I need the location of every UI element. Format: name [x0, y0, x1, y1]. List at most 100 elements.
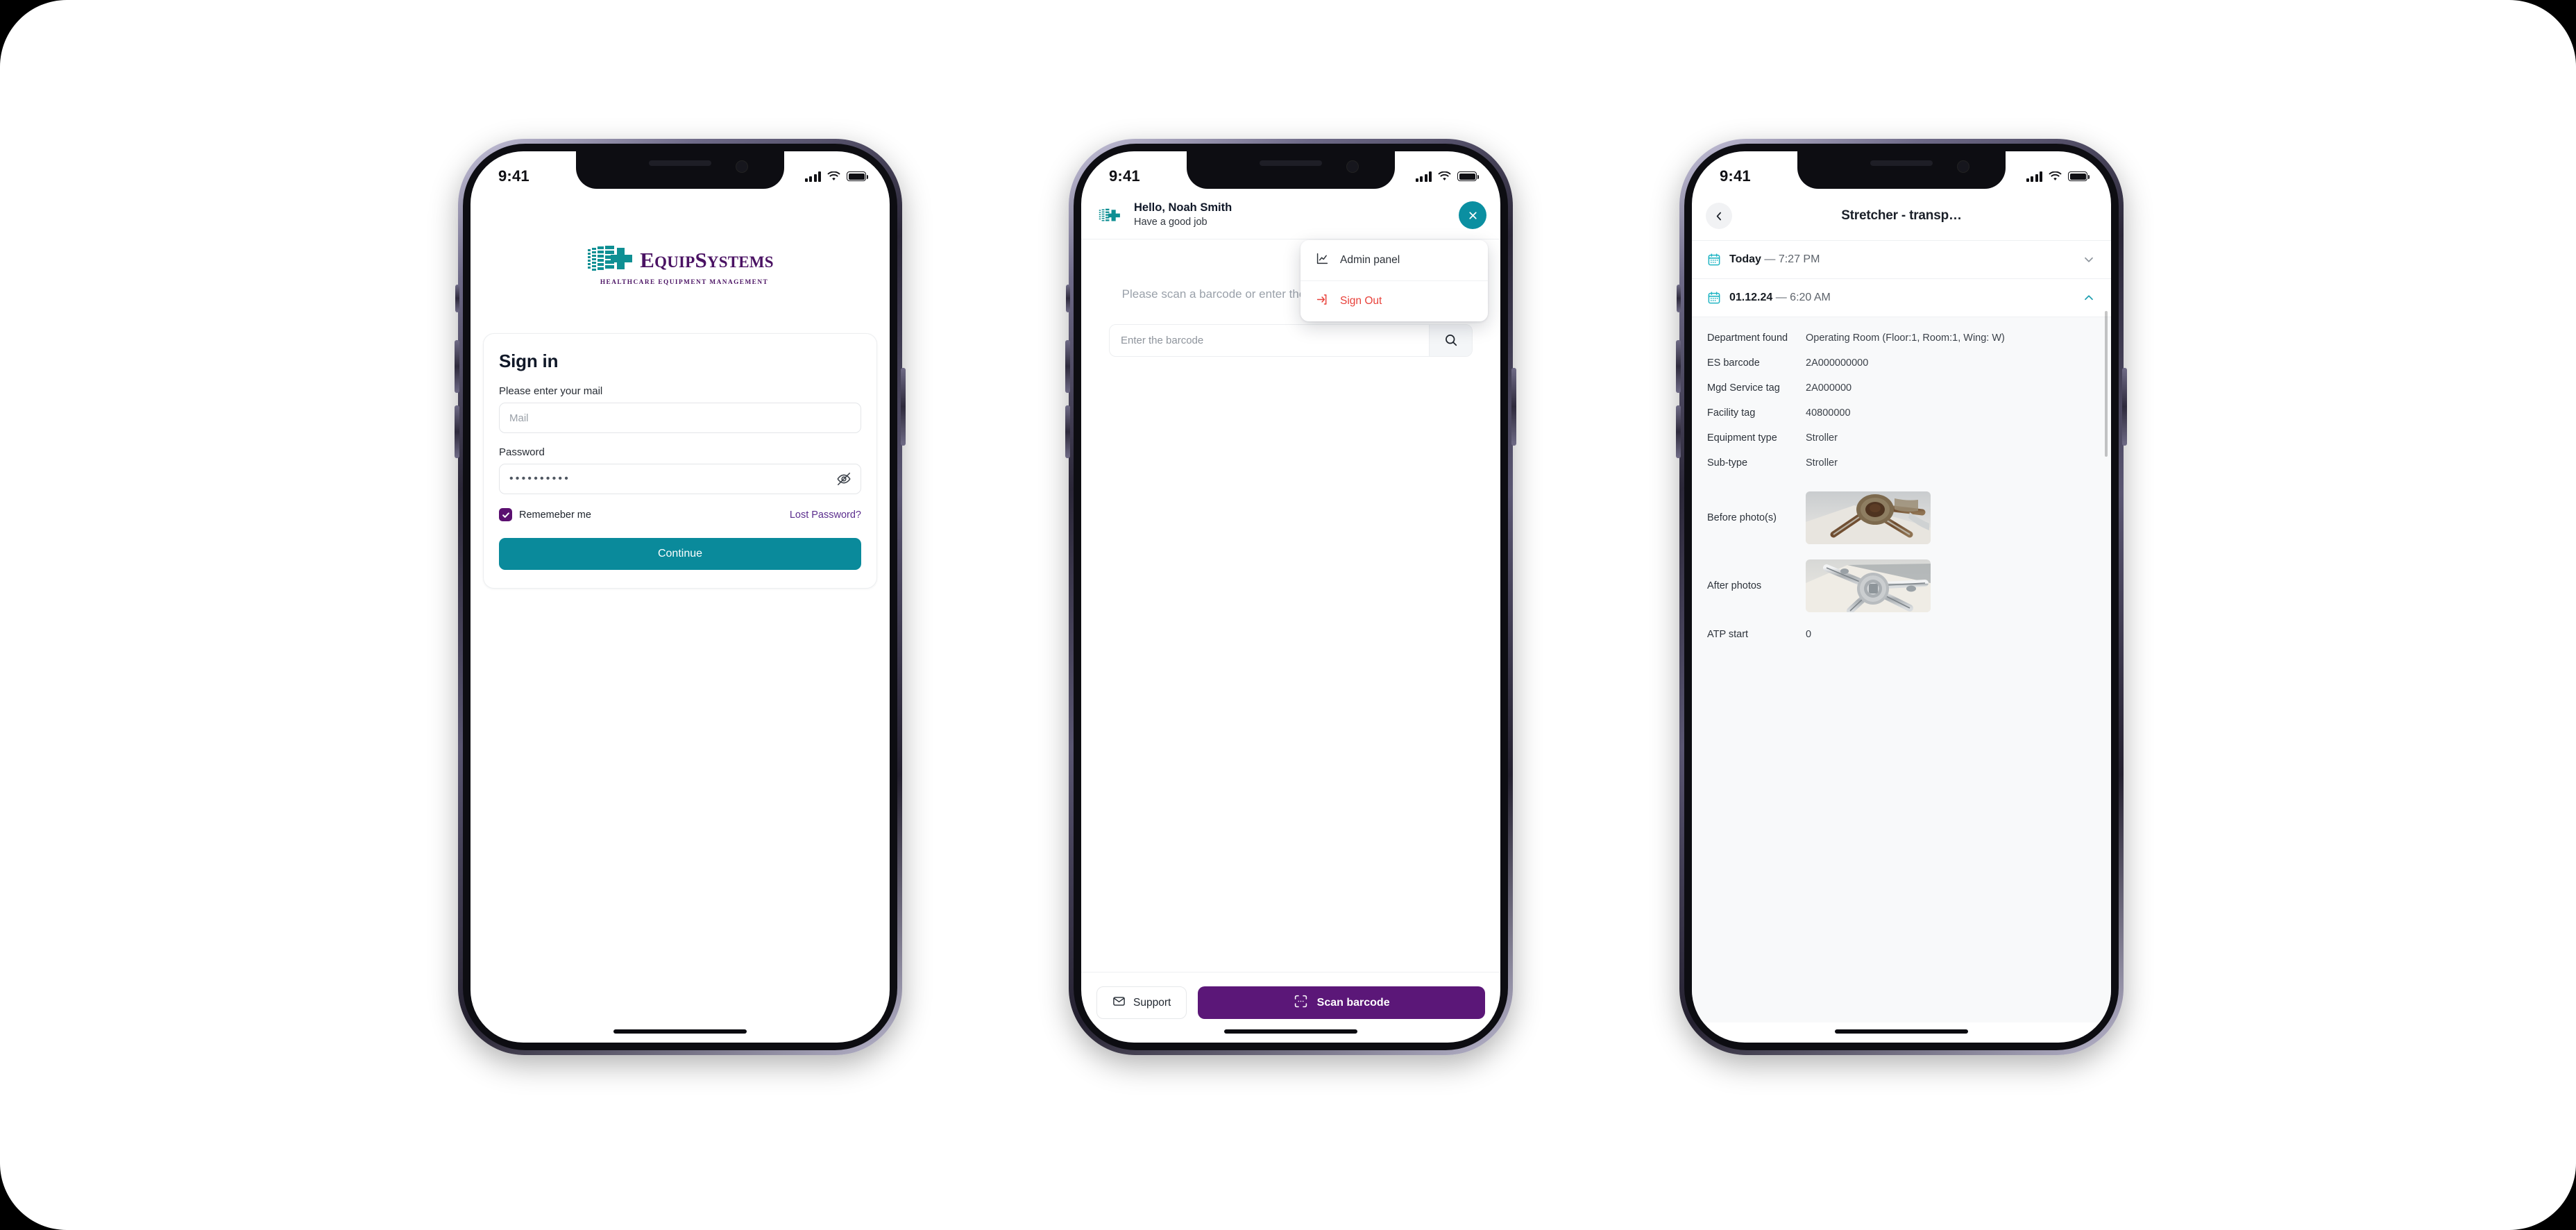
- chevron-up-icon[interactable]: [2082, 291, 2096, 305]
- volume-down-button[interactable]: [1065, 405, 1070, 458]
- equipsystems-avatar-icon[interactable]: [1096, 201, 1124, 230]
- detail-value: 2A000000000: [1806, 357, 1869, 369]
- status-time: 9:41: [1109, 167, 1140, 185]
- menu-item-sign-out[interactable]: Sign Out: [1300, 280, 1488, 321]
- email-placeholder: Mail: [509, 412, 529, 424]
- volume-down-button[interactable]: [1676, 405, 1681, 458]
- detail-row: Facility tag 40800000: [1707, 406, 2096, 421]
- sign-out-icon: [1316, 293, 1329, 310]
- password-field[interactable]: ••••••••••: [499, 464, 861, 494]
- detail-value: Stroller: [1806, 432, 1838, 444]
- logo-quip: QUIP: [654, 253, 695, 271]
- detail-row: Mgd Service tag 2A000000: [1707, 381, 2096, 396]
- greeting-text: Hello, Noah Smith: [1134, 201, 1232, 214]
- home-indicator[interactable]: [613, 1029, 747, 1034]
- profile-dropdown-menu: Admin panel Sign Out: [1300, 240, 1488, 321]
- barcode-input[interactable]: Enter the barcode: [1110, 325, 1429, 356]
- mail-icon: [1112, 995, 1126, 1011]
- detail-value: 40800000: [1806, 407, 1851, 419]
- cellular-signal-icon: [804, 171, 821, 182]
- support-label: Support: [1133, 996, 1171, 1009]
- detail-key: Mgd Service tag: [1707, 382, 1780, 394]
- logo-e: E: [640, 248, 655, 272]
- before-photo-thumbnail[interactable]: [1806, 491, 1931, 545]
- volume-up-button[interactable]: [455, 340, 459, 393]
- after-photo-thumbnail[interactable]: [1806, 559, 1931, 613]
- detail-key: After photos: [1707, 580, 1762, 591]
- home-indicator[interactable]: [1835, 1029, 1968, 1034]
- screenshot-canvas: 9:41 EQUIPSYSTEMS HEALTHCARE EQUIPMENT M…: [0, 0, 2576, 1230]
- scrollbar[interactable]: [2105, 311, 2108, 457]
- volume-up-button[interactable]: [1065, 340, 1070, 393]
- search-icon[interactable]: [1429, 324, 1472, 356]
- accordion-label-today: Today — 7:27 PM: [1729, 253, 2074, 266]
- detail-key: Department found: [1707, 332, 1788, 344]
- detail-row: ES barcode 2A000000000: [1707, 356, 2096, 371]
- silent-switch[interactable]: [455, 285, 459, 312]
- eye-off-icon[interactable]: [836, 471, 851, 487]
- greeting-block: Hello, Noah Smith Have a good job: [1134, 201, 1449, 229]
- accordion-row-today[interactable]: Today — 7:27 PM: [1692, 241, 2111, 279]
- logo-tagline: HEALTHCARE EQUIPMENT MANAGEMENT: [600, 279, 769, 286]
- detail-key: ATP start: [1707, 629, 1749, 641]
- password-value: ••••••••••: [509, 473, 571, 485]
- support-button[interactable]: Support: [1096, 986, 1187, 1019]
- home-footer: Support Scan barcode: [1081, 972, 1500, 1019]
- barcode-search-box: Enter the barcode: [1109, 323, 1473, 357]
- detail-row-before-photo: Before photo(s): [1707, 491, 2096, 545]
- accordion-time: 7:27 PM: [1778, 253, 1820, 265]
- remember-me-control[interactable]: Rememeber me: [499, 508, 591, 521]
- status-indicators: [2026, 171, 2090, 182]
- chevron-down-icon[interactable]: [2082, 253, 2096, 267]
- accordion-dash: —: [1761, 253, 1779, 265]
- detail-value: 0: [1806, 629, 1812, 641]
- home-screen: Hello, Noah Smith Have a good job Please…: [1081, 151, 1500, 1043]
- calendar-icon: [1707, 253, 1721, 267]
- home-indicator[interactable]: [1224, 1029, 1357, 1034]
- display-notch: [576, 151, 784, 189]
- silent-switch[interactable]: [1677, 285, 1681, 312]
- volume-down-button[interactable]: [455, 405, 459, 458]
- signin-card: Sign in Please enter your mail Mail Pass…: [483, 333, 877, 589]
- detail-key: Sub-type: [1707, 457, 1748, 469]
- logo-ystems: YSTEMS: [706, 253, 774, 271]
- continue-button[interactable]: Continue: [499, 538, 861, 570]
- scan-barcode-label: Scan barcode: [1316, 996, 1390, 1009]
- phone-screen-detail: 9:41 Stretcher - transp… Today — 7:27 PM…: [1692, 151, 2111, 1043]
- power-button[interactable]: [1511, 368, 1516, 446]
- detail-header: Stretcher - transp…: [1692, 194, 2111, 241]
- email-field[interactable]: Mail: [499, 403, 861, 433]
- lost-password-link[interactable]: Lost Password?: [790, 509, 861, 521]
- battery-icon: [1457, 171, 1479, 181]
- detail-value: 2A000000: [1806, 382, 1852, 394]
- remember-row: Rememeber me Lost Password?: [499, 508, 861, 521]
- power-button[interactable]: [2122, 368, 2127, 446]
- calendar-icon: [1707, 291, 1721, 305]
- display-notch: [1187, 151, 1395, 189]
- earpiece-speaker: [649, 160, 711, 166]
- battery-icon: [847, 171, 868, 181]
- phone-mockup-home: 9:41 Hello, Noah Smith Have a good job P…: [1065, 139, 1516, 1055]
- detail-row: Sub-type Stroller: [1707, 456, 2096, 471]
- menu-item-label: Admin panel: [1340, 254, 1400, 266]
- greeting-subtitle: Have a good job: [1134, 216, 1208, 228]
- display-notch: [1797, 151, 2006, 189]
- wifi-icon: [827, 171, 840, 180]
- detail-key: ES barcode: [1707, 357, 1760, 369]
- menu-item-admin-panel[interactable]: Admin panel: [1300, 240, 1488, 280]
- password-label: Password: [499, 446, 545, 458]
- status-indicators: [1415, 171, 1479, 182]
- scan-barcode-button[interactable]: Scan barcode: [1198, 986, 1485, 1019]
- remember-me-checkbox[interactable]: [499, 508, 512, 521]
- detail-key: Facility tag: [1707, 407, 1756, 419]
- detail-row-after-photo: After photos: [1707, 559, 2096, 613]
- silent-switch[interactable]: [1066, 285, 1070, 312]
- phone-screen-home: 9:41 Hello, Noah Smith Have a good job P…: [1081, 151, 1500, 1043]
- front-camera: [1957, 160, 1969, 173]
- volume-up-button[interactable]: [1676, 340, 1681, 393]
- close-icon[interactable]: [1459, 201, 1486, 230]
- logo-s: S: [695, 248, 707, 272]
- power-button[interactable]: [901, 368, 906, 446]
- accordion-row-011224[interactable]: 01.12.24 — 6:20 AM: [1692, 279, 2111, 317]
- cellular-signal-icon: [1415, 171, 1432, 182]
